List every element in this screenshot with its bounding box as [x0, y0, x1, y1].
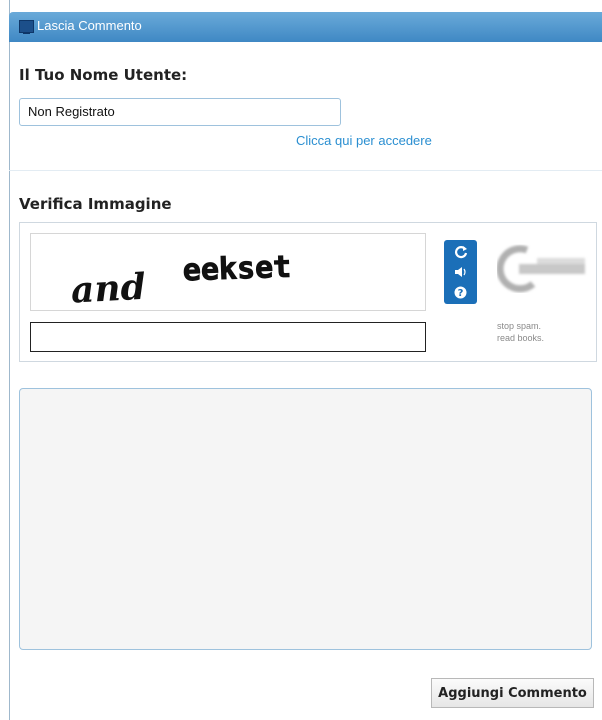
- recaptcha-tagline: stop spam. read books.: [497, 320, 544, 344]
- comment-textarea[interactable]: [19, 388, 592, 650]
- tagline-line-1: stop spam.: [497, 321, 542, 331]
- panel-title: Lascia Commento: [37, 18, 142, 33]
- audio-icon[interactable]: [444, 262, 477, 282]
- captcha-image: and eekset: [30, 233, 426, 312]
- panel-header: Lascia Commento: [9, 12, 602, 42]
- captcha-response-input[interactable]: [30, 322, 426, 352]
- login-link[interactable]: Clicca qui per accedere: [296, 133, 432, 148]
- captcha-label: Verifica Immagine: [19, 195, 172, 213]
- section-divider: [9, 170, 602, 171]
- captcha-controls: ?: [444, 240, 477, 304]
- monitor-icon: [19, 20, 34, 34]
- recaptcha-logo: [496, 240, 593, 302]
- help-icon[interactable]: ?: [444, 282, 477, 302]
- username-input[interactable]: Non Registrato: [19, 98, 341, 126]
- captcha-word-1: and: [70, 266, 147, 310]
- svg-text:?: ?: [458, 288, 464, 299]
- add-comment-button[interactable]: Aggiungi Commento: [431, 678, 594, 708]
- username-label: Il Tuo Nome Utente:: [19, 66, 188, 84]
- tagline-line-2: read books.: [497, 333, 545, 343]
- refresh-icon[interactable]: [444, 242, 477, 262]
- captcha-word-2: eekset: [182, 250, 292, 289]
